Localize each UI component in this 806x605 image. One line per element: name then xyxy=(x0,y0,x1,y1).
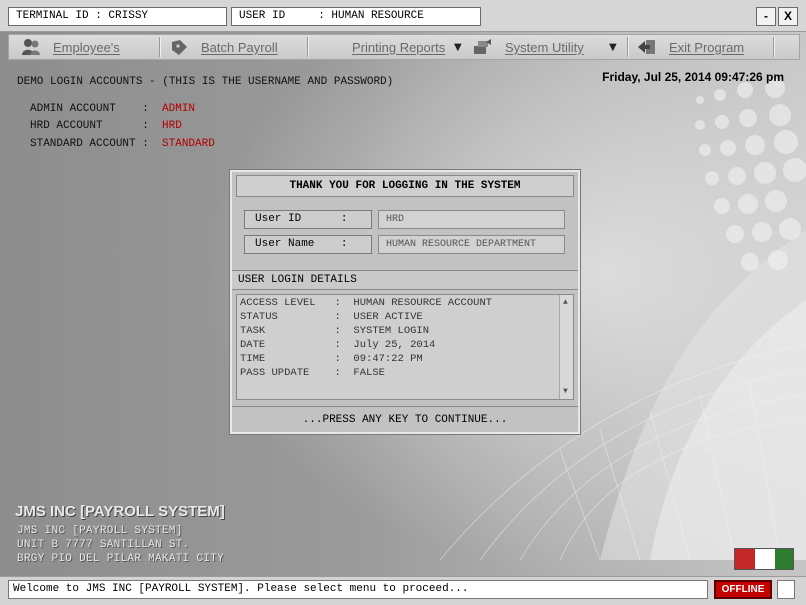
user-id-label: User ID : xyxy=(244,210,372,229)
connection-status-badge: OFFLINE xyxy=(714,580,772,599)
user-name-label: User Name : xyxy=(244,235,372,254)
status-bar: Welcome to JMS INC [PAYROLL SYSTEM]. Ple… xyxy=(0,576,806,605)
user-name-value: HUMAN RESOURCE DEPARTMENT xyxy=(378,235,565,254)
details-scrollbar[interactable]: ▲ ▼ xyxy=(559,295,573,399)
menu-batch-payroll[interactable]: Batch Payroll xyxy=(201,35,278,59)
menu-employees[interactable]: Employee's xyxy=(53,35,120,59)
terminal-id-field: TERMINAL ID : CRISSY xyxy=(8,7,227,26)
demo-account-row: STANDARD ACCOUNT : STANDARD xyxy=(30,138,215,150)
menu-exit-program[interactable]: Exit Program xyxy=(669,35,744,59)
company-logo xyxy=(734,548,794,570)
detail-row: DATE : July 25, 2014 xyxy=(240,339,436,351)
scroll-down-icon[interactable]: ▼ xyxy=(563,387,568,396)
detail-row: ACCESS LEVEL : HUMAN RESOURCE ACCOUNT xyxy=(240,297,493,309)
menu-divider xyxy=(159,37,160,57)
chevron-down-icon[interactable]: ▼ xyxy=(609,42,617,53)
title-bar: TERMINAL ID : CRISSY USER ID : HUMAN RES… xyxy=(0,0,806,32)
account-value: HRD xyxy=(162,120,182,132)
exit-icon xyxy=(638,40,655,54)
menu-system-utility[interactable]: System Utility xyxy=(505,35,584,59)
press-key-prompt[interactable]: ...PRESS ANY KEY TO CONTINUE... xyxy=(232,406,578,432)
detail-row: STATUS : USER ACTIVE xyxy=(240,311,423,323)
company-title: JMS INC [PAYROLL SYSTEM] xyxy=(15,503,225,520)
menu-divider xyxy=(773,37,774,57)
company-address-line: UNIT B 7777 SANTILLAN ST. xyxy=(17,539,190,551)
account-label: STANDARD ACCOUNT : xyxy=(30,138,163,150)
user-id-field: USER ID : HUMAN RESOURCE xyxy=(231,7,481,26)
system-utility-icon xyxy=(474,39,491,54)
close-button[interactable]: X xyxy=(778,7,798,26)
detail-row: TASK : SYSTEM LOGIN xyxy=(240,325,430,337)
login-details-list: ACCESS LEVEL : HUMAN RESOURCE ACCOUNT ST… xyxy=(236,294,574,400)
user-id-value: HRD xyxy=(378,210,565,229)
menu-divider xyxy=(307,37,308,57)
account-label: ADMIN ACCOUNT : xyxy=(30,103,163,115)
detail-row: TIME : 09:47:22 PM xyxy=(240,353,423,365)
scroll-up-icon[interactable]: ▲ xyxy=(563,298,568,307)
login-confirmation-dialog: THANK YOU FOR LOGGING IN THE SYSTEM User… xyxy=(230,170,580,434)
chevron-down-icon[interactable]: ▼ xyxy=(454,42,462,53)
status-panel-button[interactable] xyxy=(777,580,795,599)
account-value: ADMIN xyxy=(162,103,196,115)
demo-account-row: ADMIN ACCOUNT : ADMIN xyxy=(30,103,195,115)
status-message: Welcome to JMS INC [PAYROLL SYSTEM]. Ple… xyxy=(8,580,708,599)
batch-payroll-icon xyxy=(172,40,187,55)
clock-datetime: Friday, Jul 25, 2014 09:47:26 pm xyxy=(602,70,784,84)
account-value: STANDARD xyxy=(162,138,215,150)
minimize-button[interactable]: - xyxy=(756,7,776,26)
demo-account-row: HRD ACCOUNT : HRD xyxy=(30,120,182,132)
login-details-heading: USER LOGIN DETAILS xyxy=(232,270,578,290)
company-city-line: BRGY PIO DEL PILAR MAKATI CITY xyxy=(17,553,225,565)
account-label: HRD ACCOUNT : xyxy=(30,120,163,132)
demo-accounts-heading: DEMO LOGIN ACCOUNTS - (THIS IS THE USERN… xyxy=(17,76,394,88)
detail-row: PASS UPDATE : FALSE xyxy=(240,367,385,379)
menu-printing-reports[interactable]: Printing Reports xyxy=(352,35,445,59)
menu-divider xyxy=(627,37,628,57)
company-name-line: JMS INC [PAYROLL SYSTEM] xyxy=(17,525,183,537)
main-menu-bar: Employee's Batch Payroll Printing Report… xyxy=(8,34,800,60)
dialog-title: THANK YOU FOR LOGGING IN THE SYSTEM xyxy=(236,175,574,197)
employees-icon xyxy=(22,39,40,55)
